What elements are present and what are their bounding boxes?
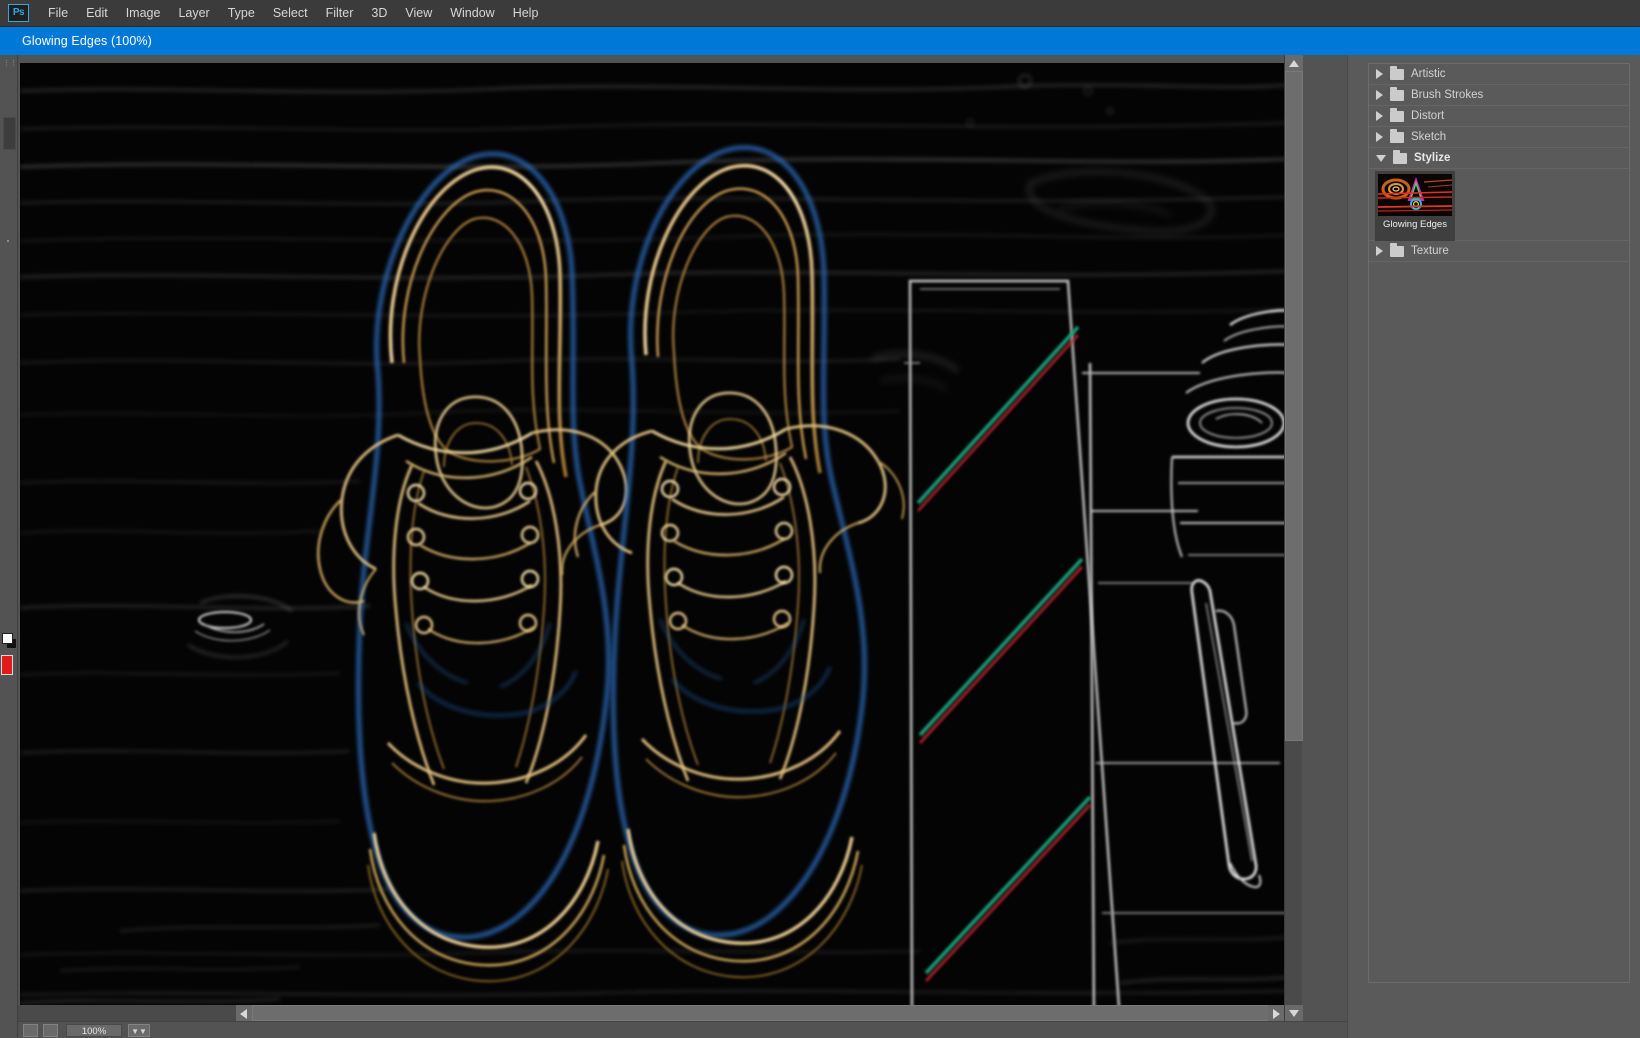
zoom-out-button[interactable] — [23, 1024, 38, 1037]
quick-mask-color-swatch[interactable] — [1, 655, 13, 675]
canvas-horizontal-scrollbar[interactable] — [18, 1005, 1284, 1021]
filter-category-texture[interactable]: Texture — [1369, 241, 1629, 262]
filter-category-label: Brush Strokes — [1411, 89, 1483, 101]
filter-category-label: Sketch — [1411, 131, 1446, 143]
chevron-right-icon[interactable] — [1376, 111, 1383, 121]
chevron-right-icon[interactable] — [1376, 132, 1383, 142]
menu-bar: Ps File Edit Image Layer Type Select Fil… — [0, 0, 1640, 27]
folder-icon — [1390, 246, 1404, 257]
horizontal-scroll-thumb[interactable] — [252, 1005, 1284, 1021]
zoom-level-field[interactable]: 100% — [66, 1024, 122, 1037]
hand-tool-button[interactable] — [3, 117, 16, 150]
folder-icon — [1393, 153, 1407, 164]
photoshop-logo-icon: Ps — [8, 4, 29, 22]
vertical-scroll-thumb[interactable] — [1285, 71, 1303, 741]
filter-category-list: Artistic Brush Strokes Distort Sketch St… — [1368, 63, 1630, 983]
chevron-right-icon[interactable] — [1376, 90, 1383, 100]
menu-item-select[interactable]: Select — [264, 2, 317, 24]
scroll-up-button[interactable] — [1285, 55, 1303, 71]
menu-item-view[interactable]: View — [396, 2, 441, 24]
filter-category-artistic[interactable]: Artistic — [1369, 64, 1629, 85]
zoom-in-button[interactable] — [43, 1024, 58, 1037]
folder-icon — [1390, 132, 1404, 143]
chevron-down-icon[interactable] — [1376, 155, 1386, 162]
menu-item-edit[interactable]: Edit — [77, 2, 117, 24]
filter-gallery-title-bar: Glowing Edges (100%) — [0, 27, 1640, 55]
status-bar: 100% ▼▼ — [18, 1021, 1347, 1038]
filter-gallery-panel: Artistic Brush Strokes Distort Sketch St… — [1347, 55, 1640, 1038]
menu-item-window[interactable]: Window — [441, 2, 503, 24]
menu-item-layer[interactable]: Layer — [169, 2, 218, 24]
tool-separator-dot — [7, 240, 9, 242]
filter-category-label: Texture — [1411, 245, 1449, 257]
filter-category-distort[interactable]: Distort — [1369, 106, 1629, 127]
triangle-up-icon — [1289, 60, 1299, 67]
menu-item-file[interactable]: File — [39, 2, 77, 24]
chevron-right-icon[interactable] — [1376, 69, 1383, 79]
canvas-area — [18, 55, 1347, 1021]
glowing-edges-thumbnail-image — [1378, 174, 1452, 216]
triangle-right-icon — [1273, 1009, 1280, 1019]
thumbnail-artwork — [1378, 174, 1452, 216]
menu-item-3d[interactable]: 3D — [362, 2, 396, 24]
scroll-right-button[interactable] — [1268, 1005, 1284, 1021]
filter-category-brush-strokes[interactable]: Brush Strokes — [1369, 85, 1629, 106]
folder-icon — [1390, 111, 1404, 122]
menu-item-image[interactable]: Image — [117, 2, 170, 24]
folder-icon — [1390, 69, 1404, 80]
menu-item-filter[interactable]: Filter — [317, 2, 363, 24]
filter-category-label: Artistic — [1411, 68, 1446, 80]
filtered-image-preview[interactable] — [20, 63, 1289, 1021]
triangle-left-icon — [240, 1009, 247, 1019]
stylize-filter-thumbnails: Glowing Edges — [1369, 169, 1629, 241]
filter-category-label: Distort — [1411, 110, 1444, 122]
triangle-down-icon — [1289, 1010, 1299, 1017]
scroll-left-button[interactable] — [236, 1005, 252, 1021]
filter-category-stylize[interactable]: Stylize — [1369, 148, 1629, 169]
page-title: Glowing Edges (100%) — [22, 34, 152, 48]
menu-item-help[interactable]: Help — [504, 2, 548, 24]
filter-thumbnail-glowing-edges[interactable]: Glowing Edges — [1375, 171, 1455, 241]
canvas-vertical-scrollbar[interactable] — [1284, 55, 1302, 1021]
scroll-down-button[interactable] — [1285, 1005, 1303, 1021]
filter-category-label: Stylize — [1414, 152, 1450, 164]
zoom-preset-dropdown[interactable]: ▼▼ — [128, 1024, 150, 1037]
chevron-right-icon[interactable] — [1376, 246, 1383, 256]
glowing-edges-artwork — [20, 63, 1289, 1021]
menu-item-type[interactable]: Type — [219, 2, 264, 24]
filter-thumbnail-label: Glowing Edges — [1378, 219, 1452, 230]
tool-strip: ⋮⋮ — [0, 55, 18, 1038]
folder-icon — [1390, 90, 1404, 101]
panel-drag-handle-icon[interactable]: ⋮⋮ — [3, 59, 15, 68]
foreground-color-swatch[interactable] — [2, 633, 13, 644]
filter-category-sketch[interactable]: Sketch — [1369, 127, 1629, 148]
